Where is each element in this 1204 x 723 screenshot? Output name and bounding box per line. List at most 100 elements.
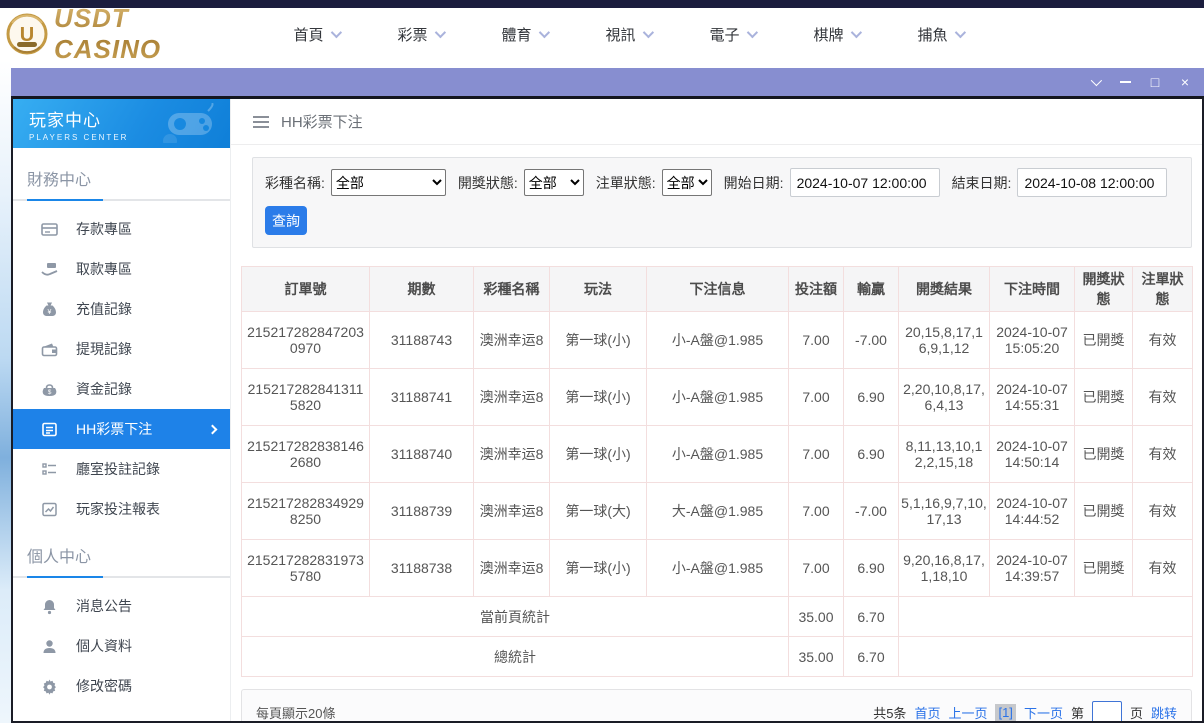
page-title: HH彩票下注 <box>281 114 363 131</box>
next-page-link[interactable]: 下一页 <box>1024 703 1063 722</box>
jump-page-input[interactable] <box>1091 701 1122 721</box>
sidebar-item-label: 取款專區 <box>76 261 132 277</box>
sidebar-item[interactable]: 修改密碼 <box>13 666 230 706</box>
sidebar-item-label: 修改密碼 <box>76 678 132 694</box>
table-cell: 第一球(小) <box>549 425 647 483</box>
column-header: 下注信息 <box>646 266 789 312</box>
prev-page-link[interactable]: 上一页 <box>948 703 987 722</box>
sidebar-section-label: 財務中心 <box>27 172 92 189</box>
summary-win-loss: 6.70 <box>843 636 899 677</box>
sidebar-item[interactable]: 提現記錄 <box>13 329 230 369</box>
first-page-link[interactable]: 首页 <box>914 703 940 722</box>
hamburger-icon[interactable] <box>253 115 269 128</box>
nav-item-0[interactable]: 首頁 <box>264 24 368 45</box>
table-cell: 小-A盤@1.985 <box>646 368 789 426</box>
main-content: 彩種名稱: 全部 開獎狀態: 全部 注單狀態: 全部 開始日期: 結束日期: 查… <box>231 145 1202 721</box>
table-cell: 31188743 <box>369 311 474 369</box>
nav-item-5[interactable]: 棋牌 <box>784 24 888 45</box>
sidebar-item[interactable]: 廳室投註記錄 <box>13 449 230 489</box>
table-row: 2152172828413115820 31188741 澳洲幸运8 第一球(小) 小-… <box>241 368 1193 426</box>
sidebar-item[interactable]: 存款專區 <box>13 209 230 249</box>
table-row: 2152172828381462680 31188740 澳洲幸运8 第一球(小) 小-… <box>241 425 1193 483</box>
sidebar-item[interactable]: 取款專區 <box>13 249 230 289</box>
nav-menu: 首頁 彩票 體育 視訊 電子 棋牌 捕魚 <box>264 24 992 45</box>
brand[interactable]: U USDT CASINO <box>6 3 236 65</box>
table-cell: 澳洲幸运8 <box>473 482 550 540</box>
sidebar-item-label: 提現記錄 <box>76 341 132 357</box>
window-close-icon[interactable]: × <box>1170 68 1200 96</box>
sidebar-item[interactable]: HH彩票下注 <box>13 409 230 449</box>
table-cell: 2152172828349298250 <box>241 482 370 540</box>
chevron-down-icon <box>746 26 758 39</box>
table-row: 2152172828319735780 31188738 澳洲幸运8 第一球(小) 小-… <box>241 539 1193 597</box>
sidebar-item[interactable]: $ 資金記錄 <box>13 369 230 409</box>
summary-empty-cell <box>898 636 1193 677</box>
jump-link[interactable]: 跳转 <box>1151 703 1177 722</box>
start-date-input[interactable] <box>789 168 940 197</box>
draw-status-select[interactable]: 全部 <box>523 169 584 196</box>
total-count-text: 共5条 <box>873 705 907 721</box>
window-minimize-icon[interactable] <box>1110 68 1140 96</box>
page-suffix-text: 页 <box>1129 705 1143 721</box>
table-cell: 已開獎 <box>1074 539 1133 597</box>
column-header: 期數 <box>369 266 474 312</box>
window-maximize-icon[interactable]: □ <box>1140 68 1170 96</box>
chevron-down-icon <box>954 26 966 39</box>
table-cell: 有效 <box>1132 482 1193 540</box>
summary-win-loss: 6.70 <box>843 596 899 637</box>
end-date-input[interactable] <box>1017 168 1168 197</box>
report-chart-icon <box>41 501 58 518</box>
window-dropdown-icon[interactable] <box>1080 68 1110 96</box>
start-date-label: 開始日期: <box>723 174 784 191</box>
table-cell: 31188738 <box>369 539 474 597</box>
sidebar-item-label: 個人資料 <box>76 638 132 654</box>
wallet-icon <box>41 341 58 358</box>
table-cell: 已開獎 <box>1074 482 1133 540</box>
nav-item-2[interactable]: 體育 <box>472 24 576 45</box>
nav-item-6[interactable]: 捕魚 <box>888 24 992 45</box>
summary-row: 當前頁統計 35.00 6.70 <box>241 596 1193 637</box>
sidebar-item[interactable]: ¥ 充值記錄 <box>13 289 230 329</box>
table-cell: 31188741 <box>369 368 474 426</box>
svg-text:¥: ¥ <box>48 309 52 316</box>
svg-text:$: $ <box>48 389 52 396</box>
nav-item-3[interactable]: 視訊 <box>576 24 680 45</box>
site-nav: U USDT CASINO 首頁 彩票 體育 視訊 電子 棋牌 捕魚 <box>0 3 1204 64</box>
nav-item-1[interactable]: 彩票 <box>368 24 472 45</box>
column-header: 開獎狀態 <box>1074 266 1133 312</box>
table-cell: 7.00 <box>788 368 844 426</box>
table-cell: 大-A盤@1.985 <box>646 482 789 540</box>
column-header: 投注額 <box>788 266 844 312</box>
sidebar-item[interactable]: 消息公告 <box>13 586 230 626</box>
page-left-strip <box>0 60 11 723</box>
column-header: 玩法 <box>549 266 647 312</box>
chevron-right-icon <box>207 424 218 434</box>
pagination-controls: 共5条 首页 上一页 [1] 下一页 第 页 跳转 <box>873 701 1177 721</box>
table-cell: -7.00 <box>843 311 899 369</box>
table-cell: 2152172828413115820 <box>241 368 370 426</box>
summary-label: 當前頁統計 <box>241 596 789 637</box>
page-prefix-text: 第 <box>1070 705 1084 721</box>
table-cell: 31188740 <box>369 425 474 483</box>
money-bag-icon: ¥ <box>41 301 58 318</box>
order-status-select[interactable]: 全部 <box>661 169 712 196</box>
sidebar-header: 玩家中心 PLAYERS CENTER <box>13 99 230 148</box>
window-titlebar: □ × <box>11 68 1204 96</box>
table-cell: 9,20,16,8,17,1,18,10 <box>898 539 990 597</box>
user-icon <box>41 638 58 655</box>
table-cell: 2152172828381462680 <box>241 425 370 483</box>
table-cell: 2,20,10,8,17,6,4,13 <box>898 368 990 426</box>
bets-table: 訂單號 期數 彩種名稱 玩法 下注信息 投注額 輸贏 開獎結果 下注時間 開獎狀態 注單狀態 215… <box>241 266 1193 677</box>
lottery-name-select[interactable]: 全部 <box>330 169 446 196</box>
table-cell: 小-A盤@1.985 <box>646 539 789 597</box>
bank-card-icon <box>41 221 58 238</box>
table-cell: 6.90 <box>843 539 899 597</box>
sidebar-item-label: 充值記錄 <box>76 301 132 317</box>
sidebar-item[interactable]: 個人資料 <box>13 626 230 666</box>
table-cell: 2024-10-07 14:39:57 <box>989 539 1075 597</box>
sidebar-item-label: 消息公告 <box>76 598 132 614</box>
nav-item-4[interactable]: 電子 <box>680 24 784 45</box>
sidebar-item[interactable]: 玩家投注報表 <box>13 489 230 529</box>
search-button[interactable]: 查詢 <box>265 206 307 235</box>
sidebar-item-label: 廳室投註記錄 <box>76 461 160 477</box>
